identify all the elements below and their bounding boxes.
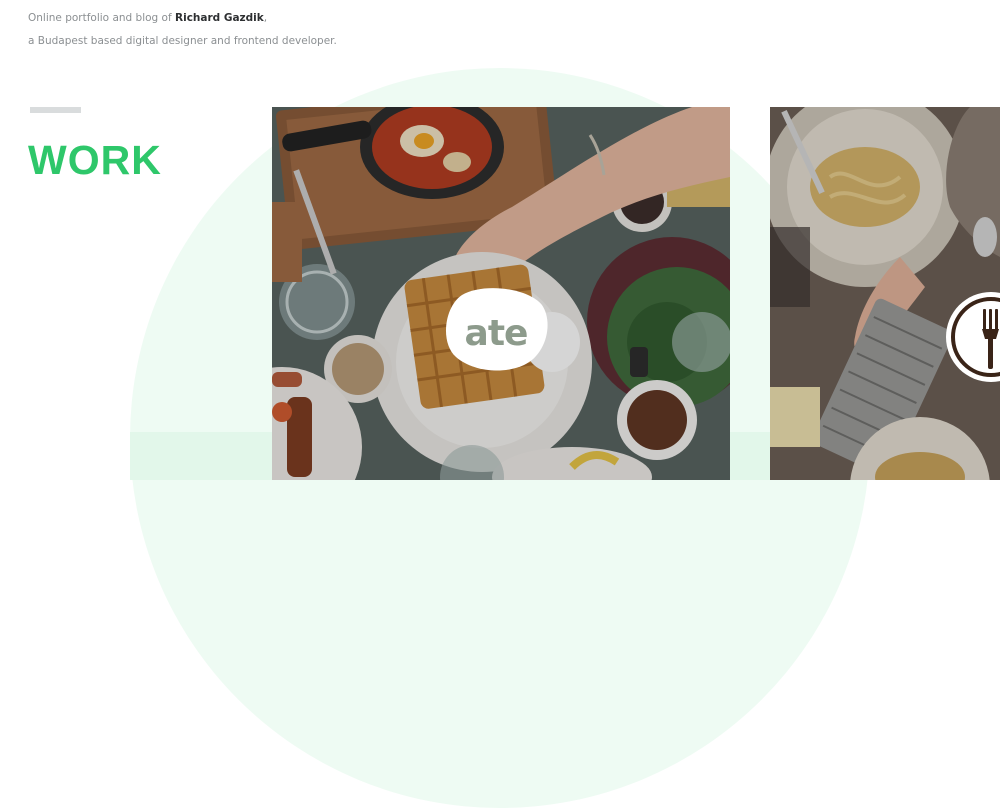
section-divider bbox=[30, 107, 81, 113]
fork-icon[interactable] bbox=[946, 287, 1000, 387]
ate-logo-icon[interactable]: ate bbox=[442, 285, 550, 371]
section-title: WORK bbox=[28, 137, 162, 183]
author-name[interactable]: Richard Gazdik bbox=[175, 12, 264, 24]
site-intro: Online portfolio and blog of Richard Gaz… bbox=[28, 7, 337, 53]
intro-line-2: a Budapest based digital designer and fr… bbox=[28, 35, 337, 47]
intro-line-1: Online portfolio and blog of Richard Gaz… bbox=[28, 12, 268, 24]
ate-logo-text: ate bbox=[465, 313, 528, 354]
